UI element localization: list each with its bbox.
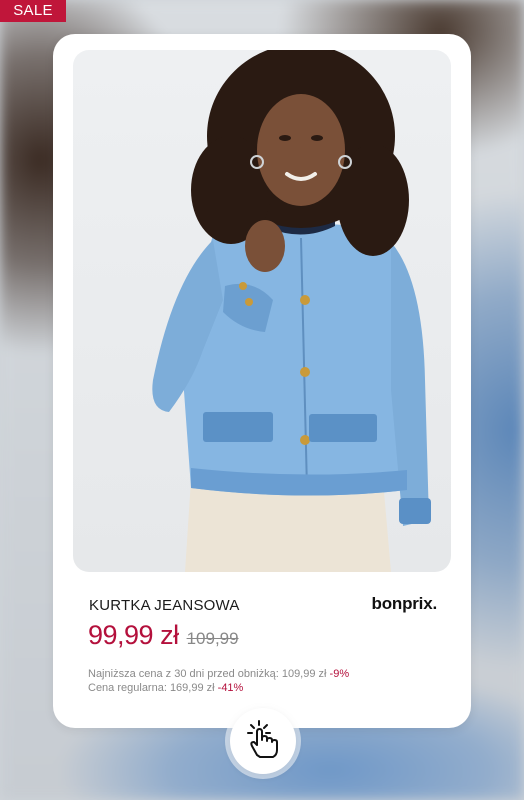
product-name[interactable]: KURTKA JEANSOWA xyxy=(89,597,240,614)
lowest-price-discount: -9% xyxy=(329,668,350,680)
current-price: 99,99 zł xyxy=(88,620,179,650)
tap-button[interactable] xyxy=(230,708,296,774)
hand-tap-icon xyxy=(246,719,280,764)
regular-price-line: Cena regularna: 169,99 zł -41% xyxy=(88,681,349,695)
price-info: Najniższa cena z 30 dni przed obniżką: 1… xyxy=(88,667,349,695)
model-illustration xyxy=(152,50,431,572)
regular-price-discount: -41% xyxy=(217,682,244,694)
sale-badge: SALE xyxy=(0,0,66,22)
price-row: 99,99 zł 109,99 xyxy=(88,620,239,654)
product-photo[interactable] xyxy=(73,50,451,572)
regular-price-label: Cena regularna: 169,99 zł xyxy=(88,682,215,694)
old-price: 109,99 xyxy=(186,629,239,648)
lowest-price-label: Najniższa cena z 30 dni przed obniżką: 1… xyxy=(88,668,327,680)
lowest-price-line: Najniższa cena z 30 dni przed obniżką: 1… xyxy=(88,667,349,681)
brand-logo: bonprix. xyxy=(371,594,438,613)
product-card[interactable]: KURTKA JEANSOWA bonprix. 99,99 zł 109,99 … xyxy=(53,34,471,728)
